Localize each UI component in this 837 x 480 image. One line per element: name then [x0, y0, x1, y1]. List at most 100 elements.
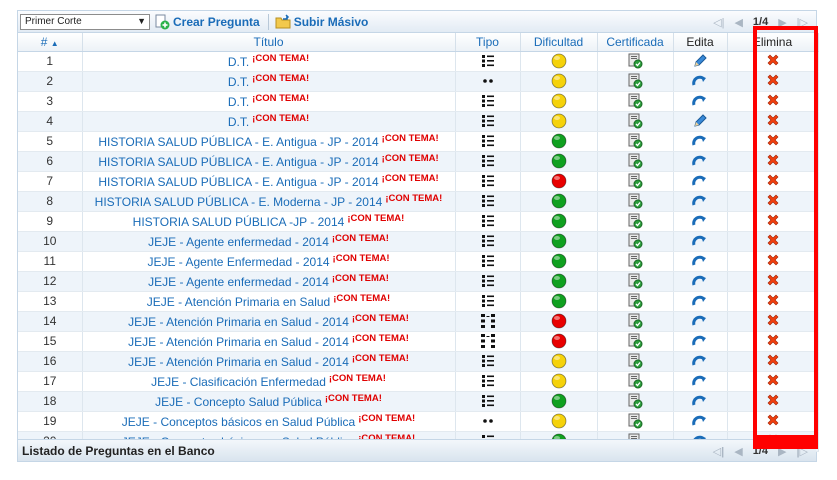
- redo-icon[interactable]: [674, 132, 727, 151]
- delete-x-icon[interactable]: [728, 392, 818, 411]
- certified-cell[interactable]: [597, 391, 674, 412]
- redo-icon[interactable]: [674, 172, 727, 191]
- table-row[interactable]: 9 HISTORIA SALUD PÚBLICA -JP - 2014 ¡CON T…: [18, 211, 819, 232]
- certificate-icon[interactable]: [598, 352, 673, 371]
- prev-page-icon[interactable]: ◀: [734, 445, 742, 458]
- certificate-icon[interactable]: [598, 72, 673, 91]
- edit-cell[interactable]: [673, 51, 728, 72]
- certificate-icon[interactable]: [598, 192, 673, 211]
- certified-cell[interactable]: [597, 251, 674, 272]
- edit-cell[interactable]: [673, 171, 728, 192]
- redo-icon[interactable]: [674, 212, 727, 231]
- delete-x-icon[interactable]: [728, 252, 818, 271]
- edit-cell[interactable]: [673, 411, 728, 432]
- certified-cell[interactable]: [597, 131, 674, 152]
- certificate-icon[interactable]: [598, 412, 673, 431]
- certificate-icon[interactable]: [598, 292, 673, 311]
- question-title[interactable]: D.T.: [228, 115, 249, 129]
- question-title-cell[interactable]: D.T. ¡CON TEMA!: [82, 91, 456, 112]
- delete-x-icon[interactable]: [728, 332, 818, 351]
- delete-cell[interactable]: [727, 391, 819, 412]
- pencil-icon[interactable]: [674, 112, 727, 131]
- redo-icon[interactable]: [674, 312, 727, 331]
- table-row[interactable]: 17 JEJE - Clasificación Enfermedad ¡CON TE…: [18, 371, 819, 392]
- bulk-upload-button[interactable]: Subir Másivo: [275, 13, 368, 30]
- delete-x-icon[interactable]: [728, 272, 818, 291]
- delete-x-icon[interactable]: [728, 212, 818, 231]
- question-title[interactable]: JEJE - Atención Primaria en Salud - 2014: [128, 315, 349, 329]
- delete-x-icon[interactable]: [728, 312, 818, 331]
- delete-cell[interactable]: [727, 51, 819, 72]
- redo-icon[interactable]: [674, 92, 727, 111]
- delete-x-icon[interactable]: [728, 132, 818, 151]
- delete-cell[interactable]: [727, 171, 819, 192]
- edit-cell[interactable]: [673, 231, 728, 252]
- question-title-cell[interactable]: JEJE - Concepto Salud Pública ¡CON TEMA!: [82, 391, 456, 412]
- question-title[interactable]: JEJE - Agente enfermedad - 2014: [148, 275, 329, 289]
- table-row[interactable]: 14 JEJE - Atención Primaria en Salud - 20…: [18, 311, 819, 332]
- certified-cell[interactable]: [597, 191, 674, 212]
- question-title[interactable]: JEJE - Conceptos básicos en Salud Públic…: [122, 415, 355, 429]
- certified-cell[interactable]: [597, 351, 674, 372]
- column-header-dificultad[interactable]: Dificultad: [520, 33, 598, 52]
- edit-cell[interactable]: [673, 371, 728, 392]
- edit-cell[interactable]: [673, 291, 728, 312]
- first-page-icon[interactable]: ◁|: [713, 16, 724, 29]
- redo-icon[interactable]: [674, 152, 727, 171]
- delete-x-icon[interactable]: [728, 412, 818, 431]
- certificate-icon[interactable]: [598, 312, 673, 331]
- question-title-cell[interactable]: JEJE - Atención Primaria en Salud - 2014…: [82, 351, 456, 372]
- delete-x-icon[interactable]: [728, 232, 818, 251]
- table-row[interactable]: 15 JEJE - Atención Primaria en Salud - 20…: [18, 331, 819, 352]
- next-page-icon[interactable]: ▶: [778, 445, 786, 458]
- question-title-cell[interactable]: JEJE - Clasificación Enfermedad ¡CON TEMA…: [82, 371, 456, 392]
- redo-icon[interactable]: [674, 372, 727, 391]
- certified-cell[interactable]: [597, 91, 674, 112]
- question-title[interactable]: HISTORIA SALUD PÚBLICA -JP - 2014: [133, 215, 345, 229]
- last-page-icon[interactable]: |▷: [796, 445, 808, 458]
- question-title[interactable]: HISTORIA SALUD PÚBLICA - E. Moderna - JP…: [95, 195, 383, 209]
- table-row[interactable]: 5 HISTORIA SALUD PÚBLICA - E. Antigua - J…: [18, 131, 819, 152]
- delete-x-icon[interactable]: [728, 52, 818, 71]
- table-row[interactable]: 19 JEJE - Conceptos básicos en Salud Públ…: [18, 411, 819, 432]
- delete-cell[interactable]: [727, 251, 819, 272]
- edit-cell[interactable]: [673, 111, 728, 132]
- delete-cell[interactable]: [727, 331, 819, 352]
- question-title-cell[interactable]: D.T. ¡CON TEMA!: [82, 111, 456, 132]
- certified-cell[interactable]: [597, 231, 674, 252]
- table-row[interactable]: 4 D.T. ¡CON TEMA!: [18, 111, 819, 132]
- edit-cell[interactable]: [673, 351, 728, 372]
- delete-x-icon[interactable]: [728, 152, 818, 171]
- certified-cell[interactable]: [597, 291, 674, 312]
- redo-icon[interactable]: [674, 72, 727, 91]
- edit-cell[interactable]: [673, 211, 728, 232]
- delete-cell[interactable]: [727, 291, 819, 312]
- table-row[interactable]: 3 D.T. ¡CON TEMA!: [18, 91, 819, 112]
- table-row[interactable]: 8 HISTORIA SALUD PÚBLICA - E. Moderna - J…: [18, 191, 819, 212]
- delete-x-icon[interactable]: [728, 172, 818, 191]
- delete-cell[interactable]: [727, 271, 819, 292]
- question-title[interactable]: JEJE - Atención Primaria en Salud - 2014: [128, 355, 349, 369]
- question-title-cell[interactable]: JEJE - Atención Primaria en Salud ¡CON TE…: [82, 291, 456, 312]
- pencil-icon[interactable]: [674, 52, 727, 71]
- edit-cell[interactable]: [673, 251, 728, 272]
- edit-cell[interactable]: [673, 191, 728, 212]
- certificate-icon[interactable]: [598, 52, 673, 71]
- column-header-num[interactable]: # ▲: [18, 33, 83, 52]
- delete-cell[interactable]: [727, 231, 819, 252]
- delete-cell[interactable]: [727, 351, 819, 372]
- delete-x-icon[interactable]: [728, 352, 818, 371]
- certificate-icon[interactable]: [598, 152, 673, 171]
- certified-cell[interactable]: [597, 371, 674, 392]
- redo-icon[interactable]: [674, 412, 727, 431]
- certified-cell[interactable]: [597, 411, 674, 432]
- delete-x-icon[interactable]: [728, 72, 818, 91]
- table-row[interactable]: 7 HISTORIA SALUD PÚBLICA - E. Antigua - J…: [18, 171, 819, 192]
- question-title[interactable]: HISTORIA SALUD PÚBLICA - E. Antigua - JP…: [98, 175, 378, 189]
- certified-cell[interactable]: [597, 51, 674, 72]
- question-title[interactable]: JEJE - Atención Primaria en Salud - 2014: [128, 335, 349, 349]
- table-row[interactable]: 2 D.T. ¡CON TEMA!: [18, 71, 819, 92]
- question-title-cell[interactable]: JEJE - Atención Primaria en Salud - 2014…: [82, 331, 456, 352]
- certified-cell[interactable]: [597, 211, 674, 232]
- edit-cell[interactable]: [673, 151, 728, 172]
